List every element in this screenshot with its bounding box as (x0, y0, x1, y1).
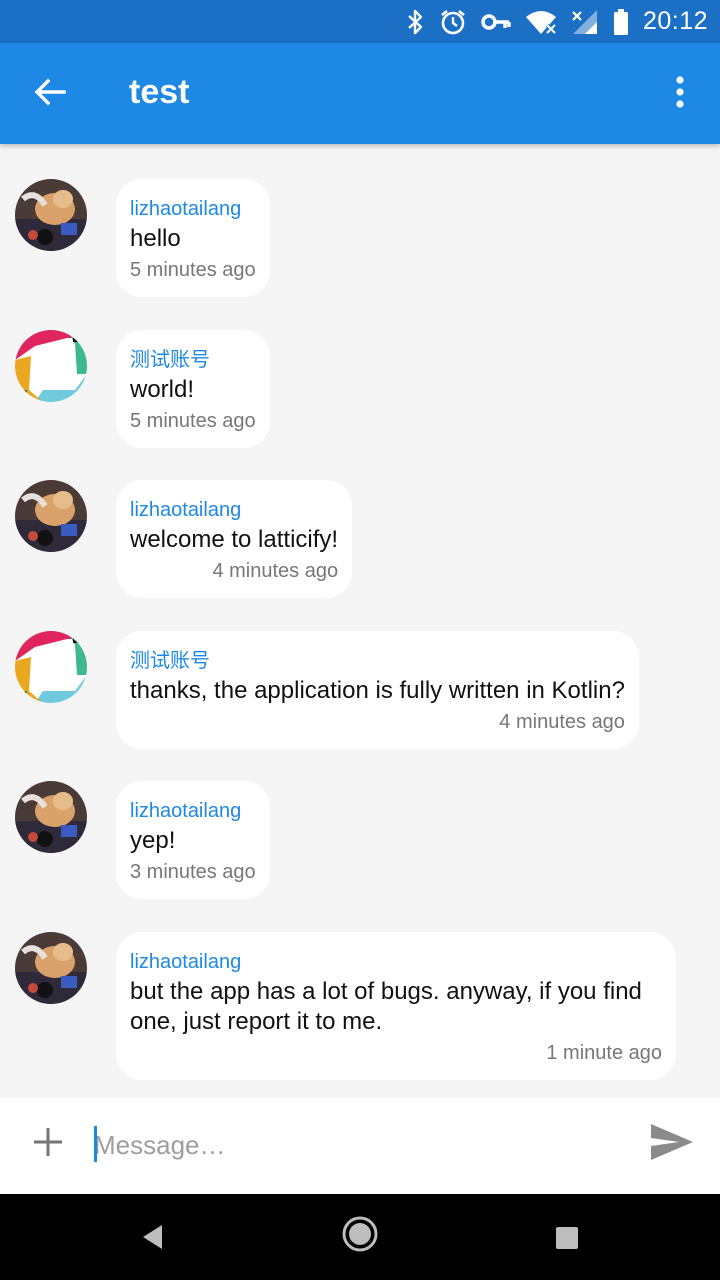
message-text: thanks, the application is fully written… (130, 677, 625, 704)
colorful-square-avatar[interactable] (15, 631, 87, 703)
signal-icon (571, 8, 599, 36)
status-bar: 20:12 (0, 0, 720, 43)
text-cursor (94, 1126, 97, 1162)
sender-name[interactable]: lizhaotailang (130, 497, 338, 523)
message-time: 3 minutes ago (130, 861, 256, 883)
message-time: 4 minutes ago (499, 711, 625, 733)
wifi-icon (525, 9, 557, 35)
sender-name[interactable]: 测试账号 (130, 347, 256, 373)
cat-photo-avatar[interactable] (15, 179, 87, 251)
battery-icon (613, 8, 629, 36)
message-bubble[interactable]: lizhaotailang hello 5 minutes ago (116, 179, 270, 297)
system-nav-bar (0, 1194, 720, 1280)
sender-name[interactable]: lizhaotailang (130, 798, 256, 824)
message-bubble[interactable]: lizhaotailang but the app has a lot of b… (116, 932, 676, 1080)
send-icon (649, 1122, 695, 1167)
add-attachment-button[interactable] (26, 1122, 70, 1166)
message-time: 4 minutes ago (212, 560, 339, 582)
page-title: test (129, 73, 190, 111)
bluetooth-icon (405, 8, 425, 36)
message-time: 5 minutes ago (130, 259, 256, 281)
message-time: 1 minute ago (546, 1042, 662, 1064)
message-bubble[interactable]: lizhaotailang yep! 3 minutes ago (116, 781, 270, 899)
sender-name[interactable]: lizhaotailang (130, 196, 256, 222)
nav-back-icon[interactable] (140, 1222, 166, 1257)
app-bar: test (0, 43, 720, 144)
cat-photo-avatar[interactable] (15, 480, 87, 552)
status-time: 20:12 (642, 7, 708, 35)
colorful-square-avatar[interactable] (15, 330, 87, 402)
message-text: hello (130, 225, 181, 252)
nav-recents-icon[interactable] (555, 1226, 579, 1255)
message-time: 5 minutes ago (130, 410, 256, 432)
cat-photo-avatar[interactable] (15, 932, 87, 1004)
plus-icon (32, 1126, 64, 1163)
composer-bar (0, 1098, 720, 1194)
message-bubble[interactable]: 测试账号 thanks, the application is fully wr… (116, 631, 639, 749)
back-button[interactable] (22, 69, 78, 119)
send-button[interactable] (648, 1122, 696, 1166)
message-text: world! (130, 376, 195, 403)
sender-name[interactable]: lizhaotailang (130, 949, 662, 975)
sender-name[interactable]: 测试账号 (130, 648, 625, 674)
more-vertical-icon (675, 75, 685, 113)
message-bubble[interactable]: lizhaotailang welcome to latticify! 4 mi… (116, 480, 353, 598)
overflow-menu-button[interactable] (660, 69, 700, 119)
arrow-left-icon (34, 78, 66, 111)
message-text: but the app has a lot of bugs. anyway, i… (130, 978, 642, 1035)
cat-photo-avatar[interactable] (15, 781, 87, 853)
nav-home-icon[interactable] (340, 1214, 380, 1259)
message-input[interactable] (94, 1122, 614, 1168)
message-bubble[interactable]: 测试账号 world! 5 minutes ago (116, 330, 270, 448)
alarm-icon (439, 8, 467, 36)
message-text: welcome to latticify! (130, 526, 339, 553)
message-text: yep! (130, 827, 176, 854)
message-list[interactable]: lizhaotailang hello 5 minutes ago 测试账号 w… (0, 144, 720, 1098)
vpn-key-icon (481, 12, 511, 32)
